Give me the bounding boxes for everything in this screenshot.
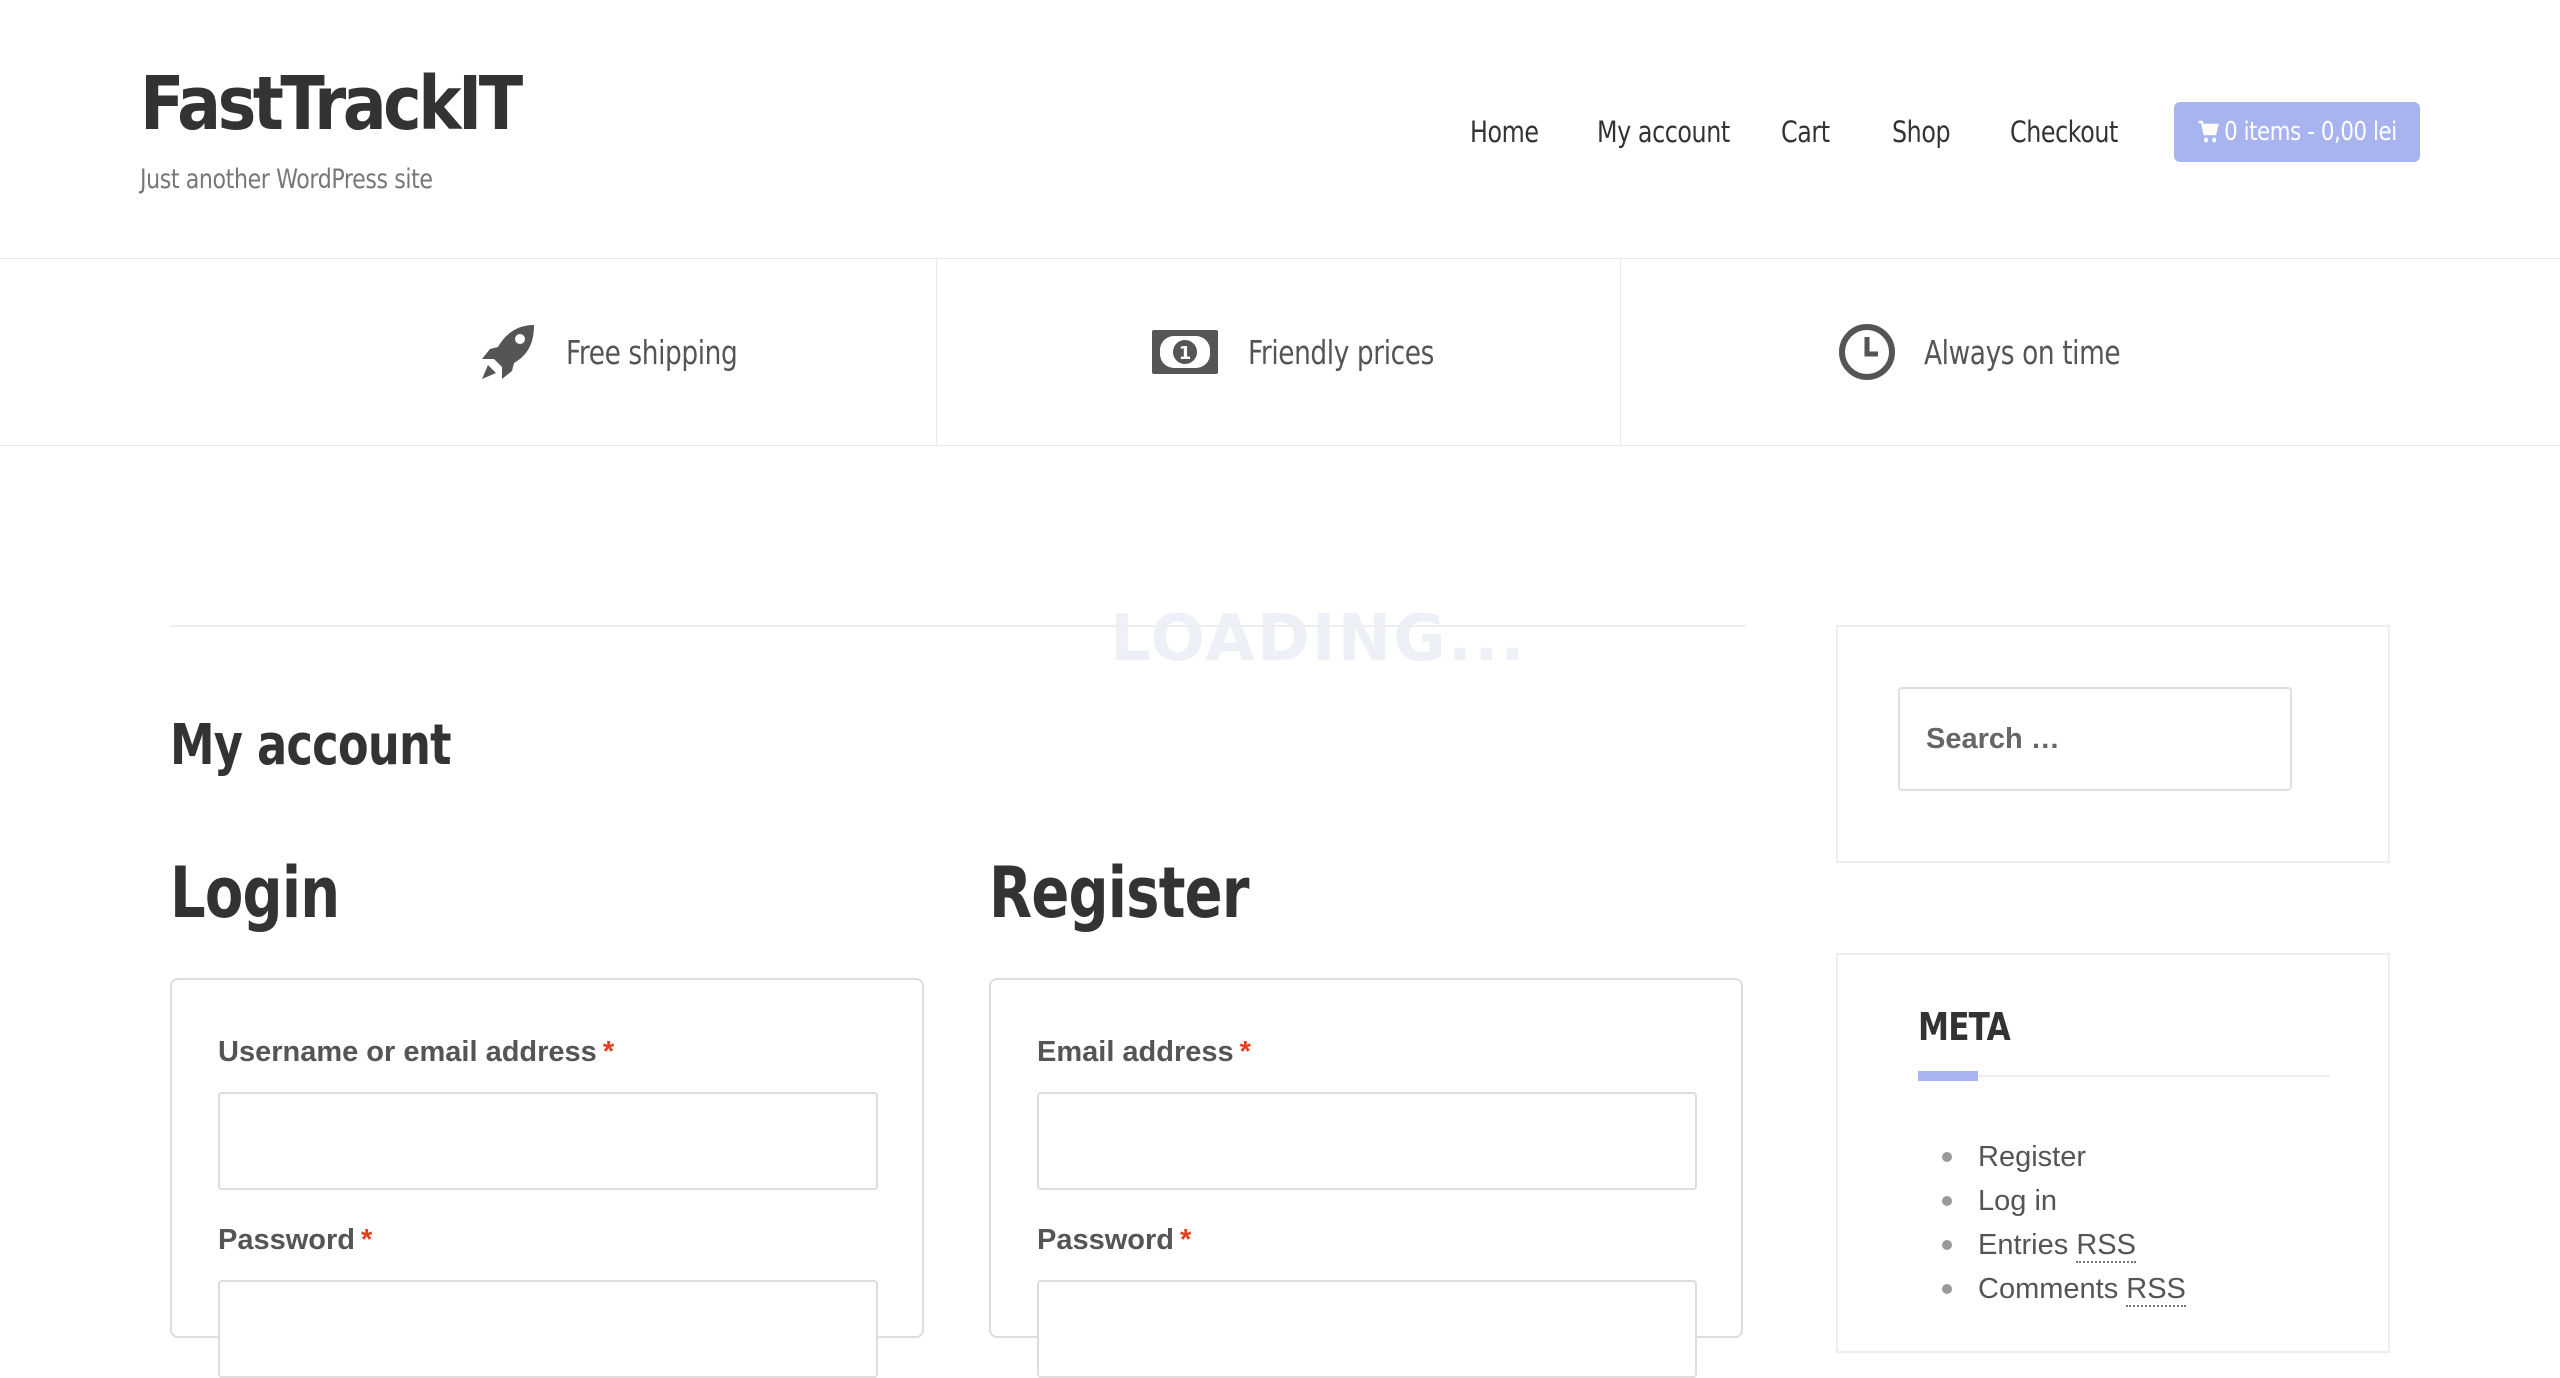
register-password-input[interactable]: [1037, 1280, 1697, 1378]
email-input[interactable]: [1037, 1092, 1697, 1190]
cart-icon: [2198, 120, 2219, 143]
svg-text:1: 1: [1179, 343, 1192, 364]
register-heading: Register: [989, 852, 1249, 934]
meta-link-log-in[interactable]: Log in: [1918, 1179, 2186, 1223]
nav-item-shop[interactable]: Shop: [1892, 108, 1951, 156]
meta-link-register[interactable]: Register: [1918, 1135, 2186, 1179]
register-password-label: Password *: [1037, 1224, 1192, 1256]
feature-friendly-prices: 1 Friendly prices: [1150, 259, 1481, 445]
password-input[interactable]: [218, 1280, 878, 1378]
site-tagline: Just another WordPress site: [140, 164, 433, 195]
feature-label: Friendly prices: [1248, 332, 1434, 372]
register-form: Email address * Password *: [989, 978, 1743, 1378]
feature-free-shipping: Free shipping: [478, 259, 780, 445]
rocket-icon: [482, 325, 534, 379]
login-form: Username or email address * Password *: [170, 978, 924, 1378]
nav-item-my-account[interactable]: My account: [1597, 108, 1730, 156]
login-heading: Login: [170, 852, 340, 934]
email-label: Email address *: [1037, 1036, 1251, 1068]
feature-divider: [1620, 259, 1621, 445]
nav-item-checkout[interactable]: Checkout: [2010, 108, 2118, 156]
feature-always-on-time: Always on time: [1838, 259, 2169, 445]
required-mark: *: [1239, 1036, 1251, 1068]
meta-widget: META Register Log in Entries RSS Comment…: [1836, 953, 2390, 1353]
features-bar: Free shipping 1 Friendly prices Always o…: [0, 258, 2560, 446]
feature-label: Free shipping: [566, 332, 738, 372]
nav-item-cart[interactable]: Cart: [1781, 108, 1830, 156]
page-title: My account: [170, 713, 452, 778]
meta-link-entries-rss[interactable]: Entries RSS: [1918, 1223, 2186, 1267]
header-cart-button[interactable]: 0 items - 0,00 lei: [2174, 102, 2420, 162]
cart-summary: 0 items - 0,00 lei: [2223, 117, 2397, 147]
loading-indicator: LOADING...: [1110, 602, 1527, 676]
feature-label: Always on time: [1924, 332, 2121, 372]
widget-title-rule: [1918, 1075, 2330, 1077]
feature-divider: [936, 259, 937, 445]
search-widget: [1836, 625, 2390, 863]
site-title[interactable]: FastTrackIT: [140, 54, 523, 154]
search-input[interactable]: [1898, 687, 2292, 791]
content-divider: [170, 625, 1746, 627]
username-input[interactable]: [218, 1092, 878, 1190]
nav-item-home[interactable]: Home: [1470, 108, 1539, 156]
widget-title-accent: [1918, 1071, 1978, 1081]
clock-icon: [1839, 324, 1895, 380]
meta-link-comments-rss[interactable]: Comments RSS: [1918, 1267, 2186, 1311]
widget-title: META: [1918, 1005, 2011, 1049]
password-label: Password *: [218, 1224, 373, 1256]
required-mark: *: [602, 1036, 615, 1068]
required-mark: *: [361, 1224, 373, 1256]
money-icon: 1: [1152, 330, 1218, 374]
username-label: Username or email address *: [218, 1036, 615, 1068]
required-mark: *: [1180, 1224, 1192, 1256]
meta-links: Register Log in Entries RSS Comments RSS: [1918, 1135, 2186, 1311]
